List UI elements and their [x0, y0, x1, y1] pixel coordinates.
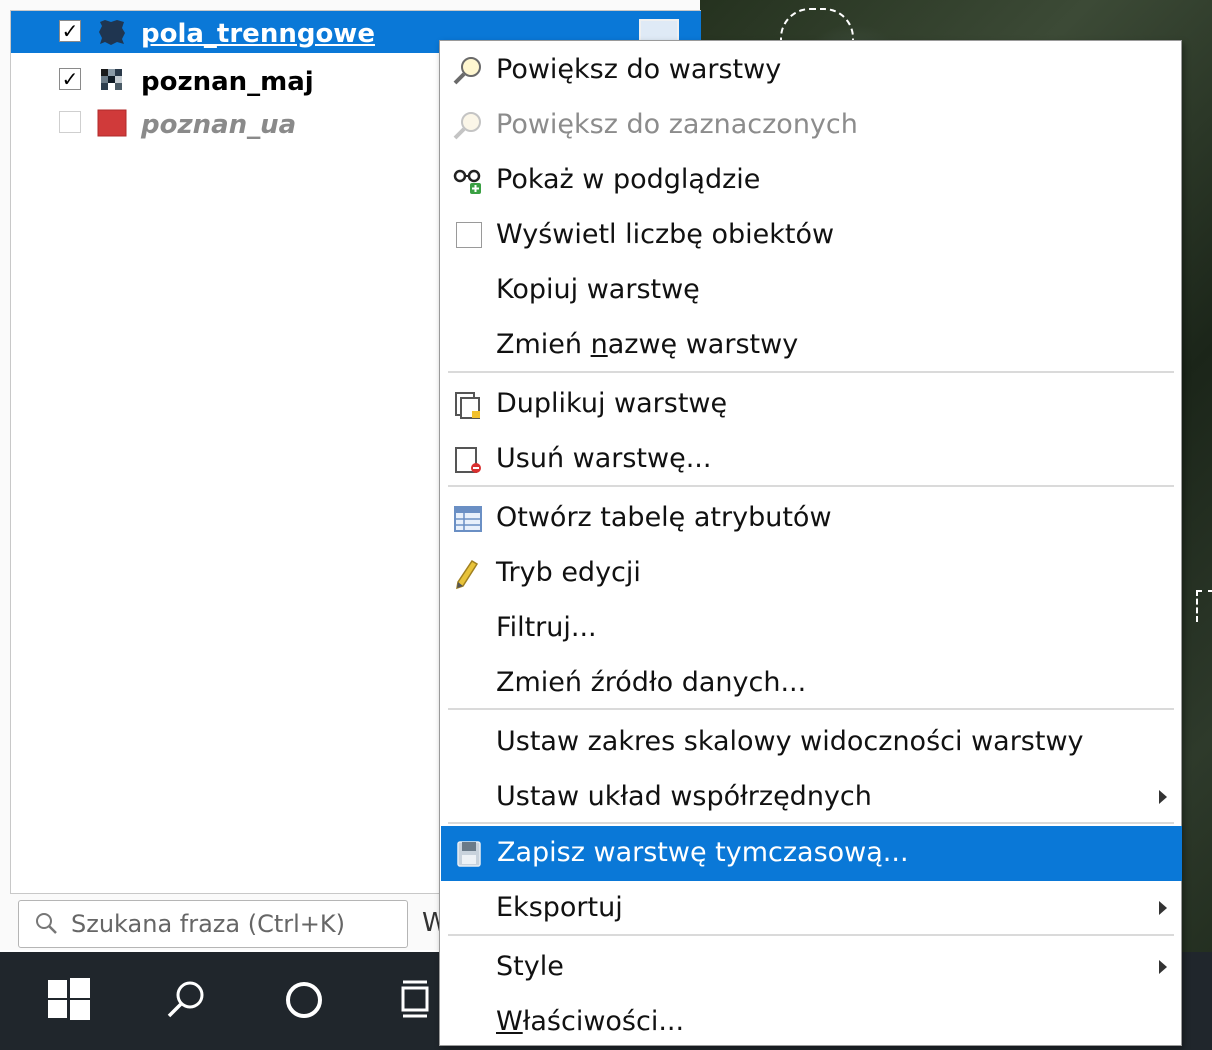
menu-item-zoom-to-selected[interactable]: Powiększ do zaznaczonych — [440, 98, 1181, 153]
layer-name: poznan_maj — [141, 67, 314, 97]
menu-separator — [448, 485, 1174, 487]
submenu-arrow-icon — [1159, 901, 1167, 915]
menu-item-show-feature-count[interactable]: Wyświetl liczbę obiektów — [440, 208, 1181, 263]
attribute-table-icon — [454, 506, 482, 532]
menu-separator — [448, 371, 1174, 373]
duplicate-layer-icon — [455, 392, 480, 419]
menu-item-show-in-overview[interactable]: Pokaż w podglądzie — [440, 153, 1181, 208]
menu-item-styles[interactable]: Style — [440, 940, 1181, 995]
menu-item-remove-layer[interactable]: Usuń warstwę... — [440, 432, 1181, 487]
polygon-red-icon — [97, 109, 127, 137]
menu-item-zoom-to-layer[interactable]: Powiększ do warstwy — [440, 43, 1181, 98]
layer-context-menu: Powiększ do warstwy Powiększ do zaznaczo… — [439, 40, 1182, 1046]
menu-separator — [448, 934, 1174, 936]
zoom-selected-icon — [453, 112, 481, 140]
pencil-icon — [456, 559, 479, 590]
menu-item-copy-layer[interactable]: Kopiuj warstwę — [440, 263, 1181, 318]
menu-item-open-attribute-table[interactable]: Otwórz tabelę atrybutów — [440, 491, 1181, 546]
overview-glasses-icon — [453, 169, 481, 194]
menu-item-change-data-source[interactable]: Zmień źródło danych... — [440, 656, 1181, 711]
menu-item-toggle-editing[interactable]: Tryb edycji — [440, 546, 1181, 601]
remove-layer-icon — [455, 447, 481, 473]
menu-item-duplicate-layer[interactable]: Duplikuj warstwę — [440, 377, 1181, 432]
layer-visibility-checkbox[interactable] — [59, 111, 81, 133]
menu-item-properties[interactable]: Właściwości... — [440, 995, 1181, 1050]
layer-search-field[interactable] — [18, 900, 408, 948]
search-icon — [36, 913, 57, 934]
search-input[interactable] — [69, 909, 393, 939]
menu-item-set-crs[interactable]: Ustaw układ współrzędnych — [440, 770, 1181, 825]
menu-item-filter[interactable]: Filtruj... — [440, 601, 1181, 656]
map-selection-outline — [1196, 590, 1212, 622]
menu-item-save-temp-layer[interactable]: Zapisz warstwę tymczasową... — [441, 826, 1182, 881]
windows-start-icon[interactable] — [48, 978, 90, 1020]
layer-name: poznan_ua — [141, 110, 297, 140]
layer-name: pola_trenngowe — [141, 19, 375, 49]
menu-item-rename-layer[interactable]: Zmień nazwę warstwy — [440, 318, 1181, 373]
zoom-layer-icon — [453, 57, 481, 85]
cortana-icon[interactable] — [282, 978, 326, 1022]
raster-icon — [101, 69, 122, 90]
save-icon — [457, 841, 481, 867]
submenu-arrow-icon — [1159, 960, 1167, 974]
task-view-icon[interactable] — [400, 978, 438, 1022]
layer-visibility-checkbox[interactable]: ✓ — [59, 68, 81, 90]
menu-item-export[interactable]: Eksportuj — [440, 881, 1181, 936]
feature-count-checkbox[interactable] — [456, 222, 482, 248]
menu-separator — [448, 708, 1174, 710]
search-icon[interactable] — [164, 978, 208, 1022]
polygon-dark-icon — [99, 20, 125, 45]
menu-item-set-scale-visibility[interactable]: Ustaw zakres skalowy widoczności warstwy — [440, 715, 1181, 770]
layer-visibility-checkbox[interactable]: ✓ — [59, 20, 81, 42]
submenu-arrow-icon — [1159, 790, 1167, 804]
menu-separator — [448, 822, 1174, 824]
